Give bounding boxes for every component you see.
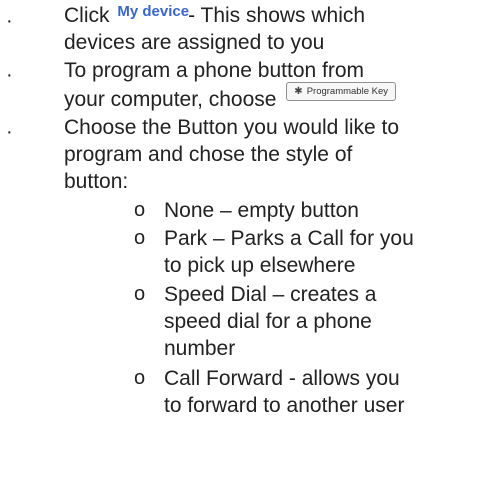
option-text: Call Forward - allows you	[164, 367, 400, 390]
option-text: Speed Dial – creates a	[164, 283, 377, 306]
option-text: None – empty button	[164, 199, 359, 222]
bullet-marker: ·	[6, 10, 13, 32]
click-text: Click	[64, 4, 110, 27]
instruction-document: · Click My device- This shows which devi…	[0, 0, 478, 482]
gear-icon: ✱	[294, 85, 303, 97]
option-text: Park – Parks a Call for you	[164, 227, 414, 250]
instruction-line: your computer, choose ✱ Programmable Key	[64, 82, 396, 113]
option-text: number	[164, 337, 236, 360]
bullet-marker: ·	[6, 121, 13, 143]
subbullet-marker: o	[134, 367, 146, 389]
instruction-text: your computer, choose	[64, 88, 277, 111]
option-text: to forward to another user	[164, 394, 405, 417]
bullet-marker: ·	[6, 64, 13, 86]
subbullet-marker: o	[134, 283, 146, 305]
instruction-text: button:	[64, 170, 129, 193]
instruction-text: devices are assigned to you	[64, 31, 325, 54]
programmable-key-label: Programmable Key	[306, 86, 388, 97]
instruction-line: Click My device- This shows which	[64, 2, 365, 31]
instruction-text: - This shows which	[188, 4, 366, 27]
subbullet-marker: o	[134, 227, 146, 249]
option-text: to pick up elsewhere	[164, 254, 356, 277]
subbullet-marker: o	[134, 199, 146, 221]
instruction-text: program and chose the style of	[64, 143, 353, 166]
instruction-text: Choose the Button you would like to	[64, 116, 400, 139]
programmable-key-button[interactable]: ✱ Programmable Key	[286, 82, 396, 101]
option-text: speed dial for a phone	[164, 310, 372, 333]
my-device-link[interactable]: My device	[117, 3, 189, 20]
